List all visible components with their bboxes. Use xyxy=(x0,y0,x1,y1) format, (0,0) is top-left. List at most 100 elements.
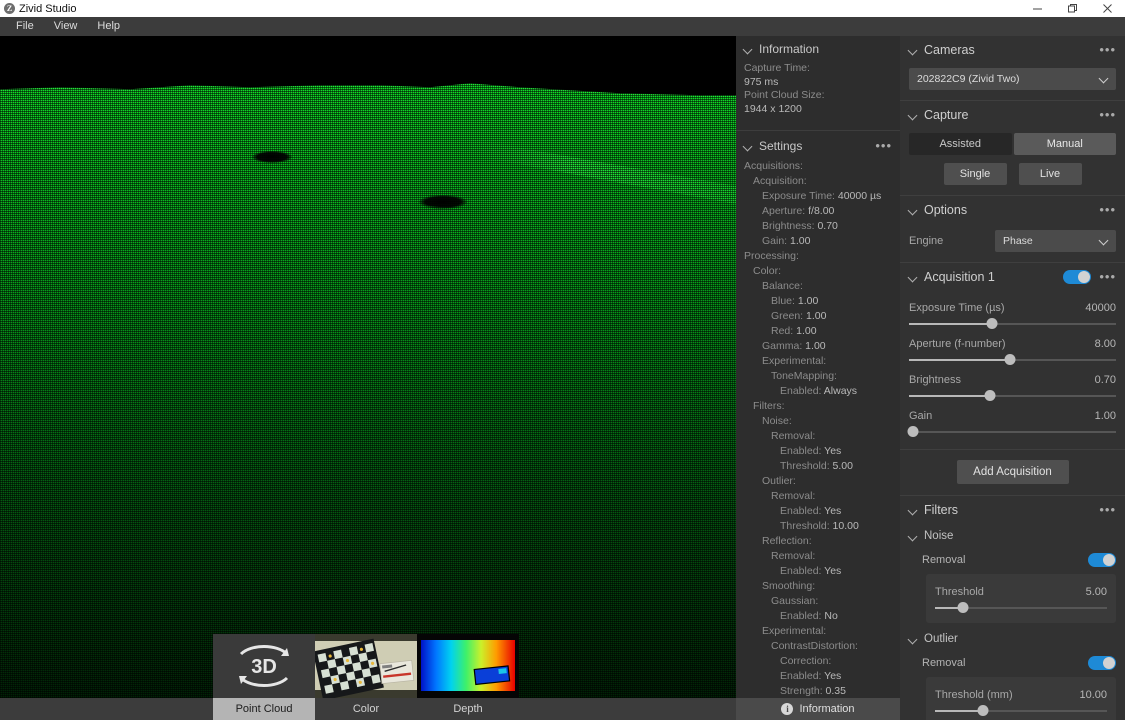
settings-tree-node: Smoothing: xyxy=(744,579,892,594)
options-header[interactable]: Options ••• xyxy=(900,196,1125,224)
color-checkerboard-icon xyxy=(315,634,417,698)
settings-node-key: Acquisitions: xyxy=(744,160,803,172)
filters-header[interactable]: Filters ••• xyxy=(900,496,1125,524)
capture-mode-manual[interactable]: Manual xyxy=(1014,133,1117,155)
info-row: Point Cloud Size: xyxy=(744,89,892,103)
point-cloud-viewport[interactable] xyxy=(0,36,736,720)
overflow-menu-icon[interactable]: ••• xyxy=(875,142,892,150)
settings-tree-node: ContrastDistortion: xyxy=(744,639,892,654)
capture-header[interactable]: Capture ••• xyxy=(900,101,1125,129)
acquisition-enable-toggle[interactable] xyxy=(1063,270,1091,284)
capture-mode-assisted[interactable]: Assisted xyxy=(909,133,1012,155)
tab-depth[interactable]: Depth xyxy=(417,698,519,720)
chevron-down-icon xyxy=(909,273,918,282)
overflow-menu-icon[interactable]: ••• xyxy=(1099,46,1116,54)
cameras-title: Cameras xyxy=(924,43,975,57)
zivid-logo-icon: Z xyxy=(4,3,15,14)
engine-select[interactable]: Phase xyxy=(995,230,1116,252)
chevron-down-icon xyxy=(909,206,918,215)
settings-tree-node: Threshold: 5.00 xyxy=(744,459,892,474)
filter-removal-toggle[interactable] xyxy=(1088,553,1116,567)
panel-divider xyxy=(736,130,900,131)
3d-rotate-icon: 3D xyxy=(229,642,299,690)
settings-node-key: Smoothing: xyxy=(762,580,815,592)
settings-tree-node: Enabled: Always xyxy=(744,384,892,399)
chevron-down-icon xyxy=(1100,237,1108,245)
point-cloud-size-value: 1944 x 1200 xyxy=(744,103,802,115)
filter-noise-threshold-slider[interactable] xyxy=(935,601,1107,615)
slider-fill xyxy=(909,359,1010,361)
exposure-time-slider[interactable] xyxy=(909,317,1116,331)
menu-file[interactable]: File xyxy=(6,17,44,36)
cameras-section: Cameras ••• 202822C9 (Zivid Two) xyxy=(900,36,1125,101)
cameras-header[interactable]: Cameras ••• xyxy=(900,36,1125,64)
settings-tree-node: Enabled: Yes xyxy=(744,669,892,684)
filter-noise-threshold-value: 5.00 xyxy=(1086,586,1107,598)
settings-node-key: Enabled: xyxy=(780,610,821,622)
capture-mode-toggle: Assisted Manual xyxy=(909,133,1116,155)
settings-tree-node: Removal: xyxy=(744,549,892,564)
overflow-menu-icon[interactable]: ••• xyxy=(1099,111,1116,119)
menu-help[interactable]: Help xyxy=(87,17,130,36)
settings-node-key: Blue: xyxy=(771,295,795,307)
settings-node-value: Yes xyxy=(821,445,841,457)
filters-section: Filters ••• NoiseRemovalThreshold5.00Out… xyxy=(900,496,1125,720)
overflow-menu-icon[interactable]: ••• xyxy=(1099,206,1116,214)
close-icon[interactable] xyxy=(1090,0,1125,17)
overflow-menu-icon[interactable]: ••• xyxy=(1099,506,1116,514)
settings-tree-node: Gaussian: xyxy=(744,594,892,609)
status-bar[interactable]: i Information xyxy=(736,698,900,720)
overflow-menu-icon[interactable]: ••• xyxy=(1099,273,1116,281)
filter-groups: NoiseRemovalThreshold5.00OutlierRemovalT… xyxy=(900,524,1125,720)
filter-removal-toggle[interactable] xyxy=(1088,656,1116,670)
title-bar: Z Zivid Studio xyxy=(0,0,1125,17)
slider-knob[interactable] xyxy=(984,390,995,401)
settings-tree-node: Red: 1.00 xyxy=(744,324,892,339)
information-section-header[interactable]: Information xyxy=(736,36,900,62)
filter-outlier-threshold-slider[interactable] xyxy=(935,704,1107,718)
settings-node-key: Brightness: xyxy=(762,220,815,232)
capture-title: Capture xyxy=(924,108,968,122)
filter-group-header-noise[interactable]: Noise xyxy=(900,524,1125,548)
menu-view[interactable]: View xyxy=(44,17,88,36)
brightness-slider[interactable] xyxy=(909,389,1116,403)
settings-tree-node: Filters: xyxy=(744,399,892,414)
add-acquisition-button[interactable]: Add Acquisition xyxy=(957,460,1069,484)
thumbnail-color[interactable] xyxy=(315,634,417,698)
settings-node-key: Enabled: xyxy=(780,445,821,457)
slider-knob[interactable] xyxy=(908,426,919,437)
slider-fill xyxy=(909,395,990,397)
settings-node-value: Yes xyxy=(821,505,841,517)
settings-tree-node: Experimental: xyxy=(744,624,892,639)
aperture-value: 8.00 xyxy=(1095,338,1116,350)
information-title: Information xyxy=(759,42,819,56)
filter-threshold-card: Threshold (mm)10.00 xyxy=(926,677,1116,720)
camera-select[interactable]: 202822C9 (Zivid Two) xyxy=(909,68,1116,90)
filter-group-header-outlier[interactable]: Outlier xyxy=(900,627,1125,651)
tab-color[interactable]: Color xyxy=(315,698,417,720)
minimize-icon[interactable] xyxy=(1020,0,1055,17)
settings-tree-node: Experimental: xyxy=(744,354,892,369)
settings-node-key: Enabled: xyxy=(780,670,821,682)
chevron-down-icon xyxy=(909,635,918,644)
slider-knob[interactable] xyxy=(1005,354,1016,365)
slider-knob[interactable] xyxy=(986,318,997,329)
aperture-slider[interactable] xyxy=(909,353,1116,367)
point-cloud-size-label: Point Cloud Size: xyxy=(744,89,825,101)
settings-node-value: 10.00 xyxy=(830,520,859,532)
settings-tree-node: Enabled: No xyxy=(744,609,892,624)
capture-live-button[interactable]: Live xyxy=(1019,163,1082,185)
brightness-label: Brightness xyxy=(909,374,961,386)
gain-slider[interactable] xyxy=(909,425,1116,439)
acquisition-header[interactable]: Acquisition 1 ••• xyxy=(900,263,1125,291)
thumbnail-depth[interactable] xyxy=(417,634,519,698)
tab-point-cloud[interactable]: Point Cloud xyxy=(213,698,315,720)
engine-label: Engine xyxy=(909,235,995,247)
settings-section-header[interactable]: Settings ••• xyxy=(736,133,900,159)
settings-node-key: Enabled: xyxy=(780,565,821,577)
restore-icon[interactable] xyxy=(1055,0,1090,17)
slider-knob[interactable] xyxy=(978,705,989,716)
capture-single-button[interactable]: Single xyxy=(944,163,1007,185)
thumbnail-point-cloud[interactable]: 3D xyxy=(213,634,315,698)
slider-knob[interactable] xyxy=(957,602,968,613)
